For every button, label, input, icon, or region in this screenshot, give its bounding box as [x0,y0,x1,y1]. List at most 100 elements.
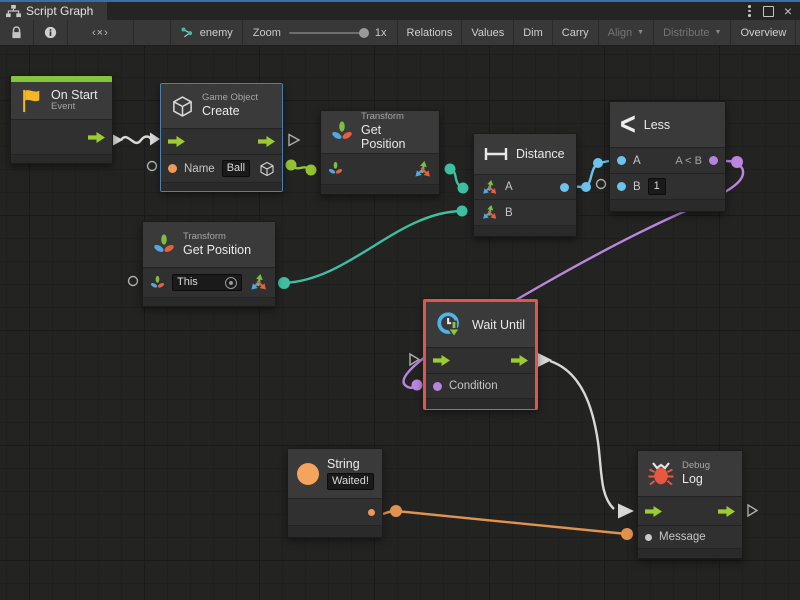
target-value-field[interactable]: This [172,274,242,291]
distance-ruler-icon [484,146,508,162]
node-create-game-object[interactable]: Game Object Create Name Ball [160,83,283,192]
unity-visual-scripting-window: Script Graph × ‹×› [0,0,800,600]
menu-kebab-icon[interactable] [746,3,753,19]
node-title: Wait Until [472,318,525,332]
name-value-field[interactable]: Ball [222,160,250,177]
result-label: A < B [675,155,702,167]
maximize-icon[interactable] [763,6,774,17]
graph-reference[interactable]: enemy [170,20,243,45]
less-output-port[interactable] [709,156,718,165]
overview-button[interactable]: Overview [731,20,796,45]
string-output-port[interactable] [368,509,375,516]
node-string-literal[interactable]: String Waited! [287,448,383,538]
flow-output-port[interactable] [258,136,275,147]
close-icon[interactable]: × [784,6,792,16]
full-screen-button[interactable]: Full Screen [796,20,800,45]
wait-clock-icon [436,311,464,339]
node-title: Get Position [361,123,429,152]
values-button[interactable]: Values [462,20,514,45]
node-title: Distance [516,147,565,161]
vector3-input-port-a[interactable] [481,179,498,196]
node-title: Log [682,472,710,486]
dim-button[interactable]: Dim [514,20,553,45]
zoom-label: Zoom [253,27,281,39]
node-title: On Start [51,88,98,102]
transform-icon [331,120,353,144]
node-title: Get Position [183,243,251,257]
lock-icon [9,25,24,40]
distribute-button: Distribute ▼ [654,20,731,45]
string-value-field[interactable]: Waited! [327,473,374,490]
flow-output-port[interactable] [718,506,735,517]
less-input-b-port[interactable] [617,182,626,191]
string-literal-icon [297,463,319,485]
game-object-output-port[interactable] [259,161,275,177]
condition-input-port[interactable] [433,382,442,391]
title-bar: Script Graph × [0,2,800,20]
port-label: A [505,181,513,193]
port-label: Name [184,163,215,175]
graph-hierarchy-icon [6,5,21,18]
lock-button[interactable] [0,20,34,45]
flow-output-port[interactable] [511,355,528,366]
vector3-input-port-b[interactable] [481,204,498,221]
node-category: Transform [183,232,251,243]
flow-input-port[interactable] [433,355,450,366]
chevron-down-icon: ▼ [715,29,722,36]
name-input-port[interactable] [168,164,177,173]
port-label: A [633,155,641,167]
object-picker-icon[interactable] [225,277,237,289]
node-category: Game Object [202,93,258,104]
node-distance[interactable]: Distance A B [473,133,577,237]
node-category: Transform [361,112,429,123]
cube-icon [171,95,194,118]
node-wait-until[interactable]: Wait Until Condition [423,299,538,410]
flow-input-port[interactable] [168,136,185,147]
info-icon [43,25,58,40]
graph-toolbar: ‹×› enemy Zoom 1x Relations Values Dim C… [0,20,800,46]
graph-name: enemy [200,27,233,39]
tab-script-graph[interactable]: Script Graph [0,2,107,20]
transform-input-port[interactable] [150,275,165,291]
code-icon: ‹×› [92,27,109,39]
port-label: Condition [449,380,498,392]
transform-icon [153,233,175,257]
node-debug-log[interactable]: Debug Log Message [637,450,743,559]
node-get-position-top[interactable]: Transform Get Position [320,110,440,195]
distance-output-port[interactable] [560,183,569,192]
vector3-output-port[interactable] [413,160,432,179]
zoom-slider-handle[interactable] [359,28,369,38]
node-on-start[interactable]: On Start Event [10,75,113,164]
code-preview-button[interactable]: ‹×› [68,20,134,45]
carry-button[interactable]: Carry [553,20,599,45]
node-title: String [327,457,374,471]
node-title: Create [202,104,258,118]
node-title: Less [644,118,670,132]
less-than-icon: < [620,109,636,140]
vector3-output-port[interactable] [249,273,268,292]
script-graph-asset-icon [180,26,194,40]
flag-icon [19,88,43,114]
chevron-down-icon: ▼ [637,29,644,36]
zoom-control: Zoom 1x [243,20,398,45]
b-value-field[interactable]: 1 [648,178,666,195]
transform-input-port[interactable] [328,161,343,177]
flow-output-port[interactable] [88,132,105,143]
flow-input-port[interactable] [645,506,662,517]
info-button[interactable] [34,20,68,45]
port-label: Message [659,531,706,543]
message-input-port[interactable] [645,534,652,541]
bug-icon [648,461,674,487]
node-category: Debug [682,461,710,472]
port-label: B [505,207,513,219]
tab-title: Script Graph [26,4,93,18]
port-label: B [633,181,641,193]
relations-button[interactable]: Relations [398,20,463,45]
node-subtitle: Event [51,102,98,113]
node-get-position-bottom[interactable]: Transform Get Position This [142,221,276,307]
less-input-a-port[interactable] [617,156,626,165]
zoom-slider[interactable] [289,32,367,34]
align-button: Align ▼ [599,20,654,45]
zoom-value: 1x [375,27,387,39]
node-less[interactable]: < Less A A < B B 1 [609,101,726,212]
